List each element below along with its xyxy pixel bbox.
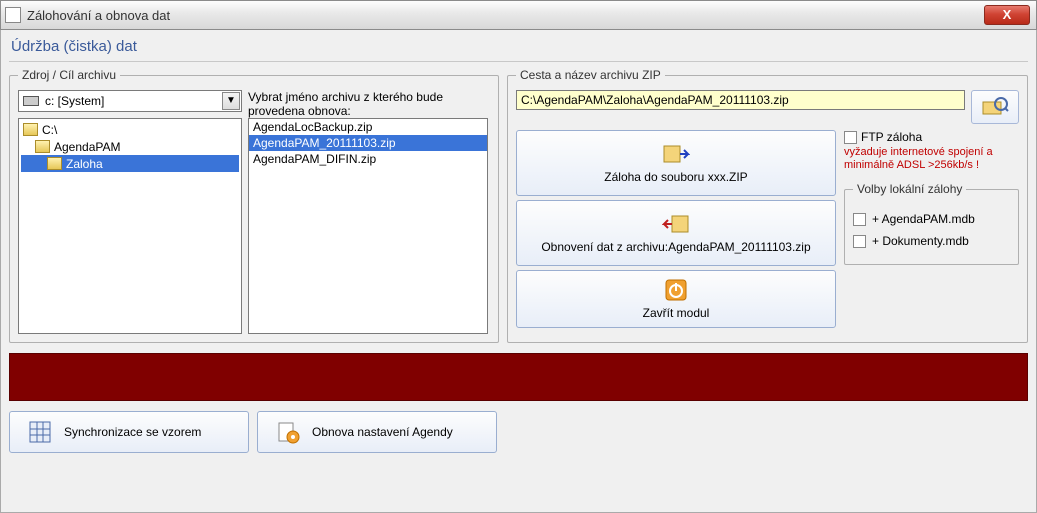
restore-settings-label: Obnova nastavení Agendy [312, 425, 453, 439]
agenda-mdb-label: + AgendaPAM.mdb [872, 212, 975, 226]
source-legend: Zdroj / Cíl archivu [18, 68, 120, 82]
window-title: Zálohování a obnova dat [27, 8, 170, 23]
drive-selected-text: c: [System] [45, 94, 104, 108]
status-bar [9, 353, 1028, 401]
dokumenty-mdb-checkbox[interactable] [853, 235, 866, 248]
close-module-button[interactable]: Zavřít modul [516, 270, 836, 328]
tree-item-zaloha[interactable]: Zaloha [21, 155, 239, 172]
restore-button[interactable]: Obnovení dat z archivu:AgendaPAM_2011110… [516, 200, 836, 266]
sync-template-label: Synchronizace se vzorem [64, 425, 201, 439]
source-fieldset: Zdroj / Cíl archivu c: [System] ▼ C:\ [9, 68, 499, 343]
close-button[interactable]: X [984, 5, 1030, 25]
folder-open-icon [47, 157, 62, 170]
backup-button-label: Záloha do souboru xxx.ZIP [604, 170, 747, 184]
app-icon [5, 7, 21, 23]
ftp-warning: vyžaduje internetové spojení a minimálně… [844, 146, 1019, 172]
close-icon: X [1003, 7, 1012, 22]
archive-path-input[interactable] [516, 90, 965, 110]
page-subtitle: Údržba (čistka) dat [9, 34, 1028, 62]
close-module-label: Zavřít modul [643, 306, 710, 320]
tree-item-root[interactable]: C:\ [21, 121, 239, 138]
restore-button-label: Obnovení dat z archivu:AgendaPAM_2011110… [541, 240, 810, 254]
window-body: Údržba (čistka) dat Zdroj / Cíl archivu … [0, 30, 1037, 513]
folder-icon [35, 140, 50, 153]
agenda-mdb-checkbox[interactable] [853, 213, 866, 226]
restore-settings-button[interactable]: Obnova nastavení Agendy [257, 411, 497, 453]
sync-template-button[interactable]: Synchronizace se vzorem [9, 411, 249, 453]
backup-icon [662, 142, 690, 166]
archive-listbox[interactable]: AgendaLocBackup.zip AgendaPAM_20111103.z… [248, 118, 488, 334]
ftp-checkbox[interactable] [844, 131, 857, 144]
drive-select[interactable]: c: [System] ▼ [18, 90, 242, 112]
folder-tree[interactable]: C:\ AgendaPAM Zaloha [18, 118, 242, 334]
local-backup-fieldset: Volby lokální zálohy + AgendaPAM.mdb + D… [844, 182, 1019, 265]
folder-icon [23, 123, 38, 136]
list-item[interactable]: AgendaPAM_20111103.zip [249, 135, 487, 151]
restore-icon [662, 212, 690, 236]
power-icon [662, 278, 690, 302]
grid-icon [28, 420, 52, 444]
local-backup-legend: Volby lokální zálohy [853, 182, 966, 196]
archive-select-label: Vybrat jméno archivu z kterého bude prov… [248, 90, 488, 118]
drive-icon [23, 96, 39, 106]
list-item[interactable]: AgendaPAM_DIFIN.zip [249, 151, 487, 167]
dest-legend: Cesta a název archivu ZIP [516, 68, 665, 82]
dokumenty-mdb-label: + Dokumenty.mdb [872, 234, 969, 248]
backup-button[interactable]: Záloha do souboru xxx.ZIP [516, 130, 836, 196]
browse-icon [981, 96, 1009, 118]
ftp-label: FTP záloha [861, 130, 922, 144]
list-item[interactable]: AgendaLocBackup.zip [249, 119, 487, 135]
dest-fieldset: Cesta a název archivu ZIP [507, 68, 1028, 343]
chevron-down-icon: ▼ [222, 92, 240, 110]
titlebar: Zálohování a obnova dat X [0, 0, 1037, 30]
gear-icon [276, 420, 300, 444]
tree-item-agendapam[interactable]: AgendaPAM [21, 138, 239, 155]
browse-button[interactable] [971, 90, 1019, 124]
